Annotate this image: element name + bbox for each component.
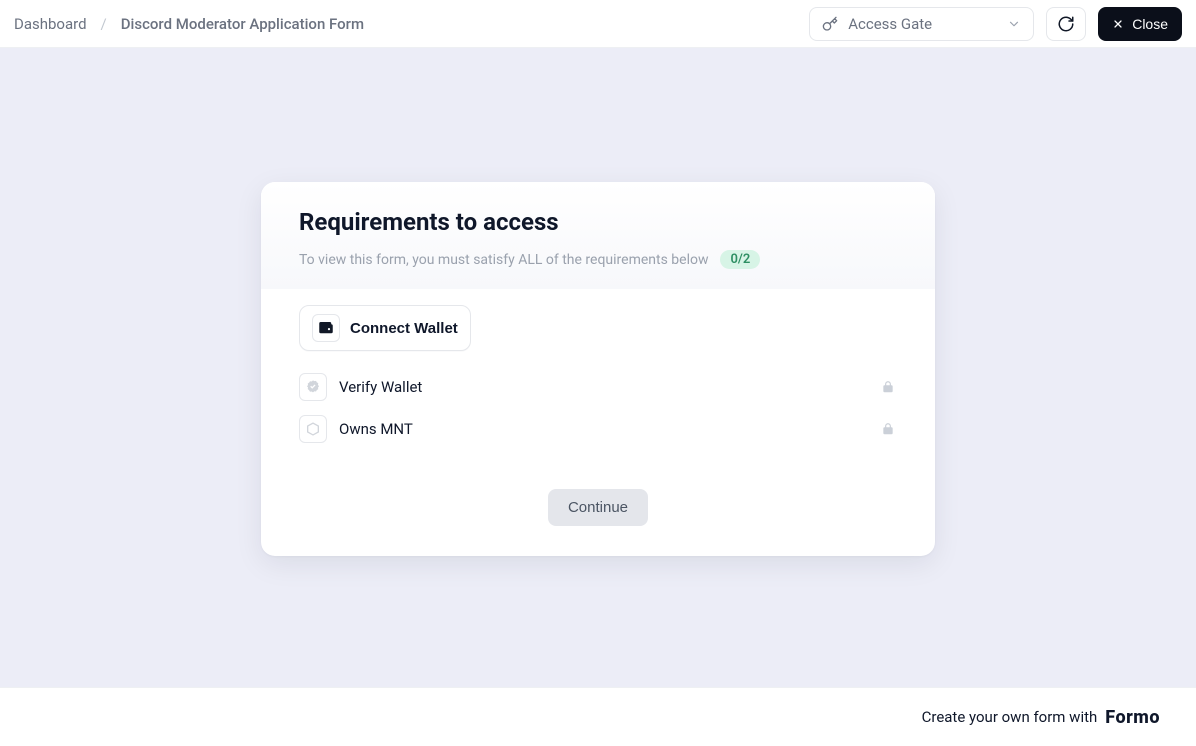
verify-wallet-label: Verify Wallet — [339, 378, 422, 396]
refresh-icon — [1057, 15, 1075, 33]
key-icon — [822, 16, 838, 32]
footer: Create your own form with Formo — [0, 687, 1196, 746]
access-gate-label: Access Gate — [848, 15, 932, 33]
card-subtitle-row: To view this form, you must satisfy ALL … — [299, 250, 897, 269]
step-owns-mnt: Owns MNT — [299, 409, 897, 449]
footer-text: Create your own form with — [922, 708, 1098, 726]
connect-wallet-label: Connect Wallet — [350, 320, 458, 337]
card-subtitle: To view this form, you must satisfy ALL … — [299, 252, 708, 268]
card-body: Connect Wallet Verify Wallet Owns MNT — [261, 289, 935, 556]
stage: Requirements to access To view this form… — [0, 48, 1196, 687]
continue-button[interactable]: Continue — [548, 489, 648, 526]
connect-wallet-button[interactable]: Connect Wallet — [299, 305, 471, 351]
lock-icon — [881, 380, 895, 394]
close-button[interactable]: Close — [1098, 7, 1182, 41]
breadcrumb-current: Discord Moderator Application Form — [121, 15, 364, 33]
topbar: Dashboard / Discord Moderator Applicatio… — [0, 0, 1196, 48]
owns-mnt-label: Owns MNT — [339, 420, 413, 438]
refresh-button[interactable] — [1046, 7, 1086, 41]
lock-icon — [881, 422, 895, 436]
footer-brand[interactable]: Formo — [1105, 707, 1160, 728]
progress-badge: 0/2 — [720, 250, 760, 269]
top-actions: Access Gate Close — [809, 7, 1182, 41]
card-header: Requirements to access To view this form… — [261, 182, 935, 289]
chevron-down-icon — [1007, 17, 1021, 31]
breadcrumb-separator: / — [101, 15, 107, 33]
access-gate-select[interactable]: Access Gate — [809, 7, 1034, 41]
wallet-icon — [312, 314, 340, 342]
step-verify-wallet: Verify Wallet — [299, 367, 897, 407]
verify-icon — [299, 373, 327, 401]
continue-row: Continue — [299, 489, 897, 526]
cube-icon — [299, 415, 327, 443]
breadcrumb: Dashboard / Discord Moderator Applicatio… — [14, 15, 364, 33]
breadcrumb-root[interactable]: Dashboard — [14, 15, 87, 33]
card-title: Requirements to access — [299, 208, 897, 236]
step-connect-wallet: Connect Wallet — [299, 305, 897, 351]
requirements-card: Requirements to access To view this form… — [261, 182, 935, 556]
close-icon — [1112, 18, 1124, 30]
close-label: Close — [1132, 16, 1168, 32]
